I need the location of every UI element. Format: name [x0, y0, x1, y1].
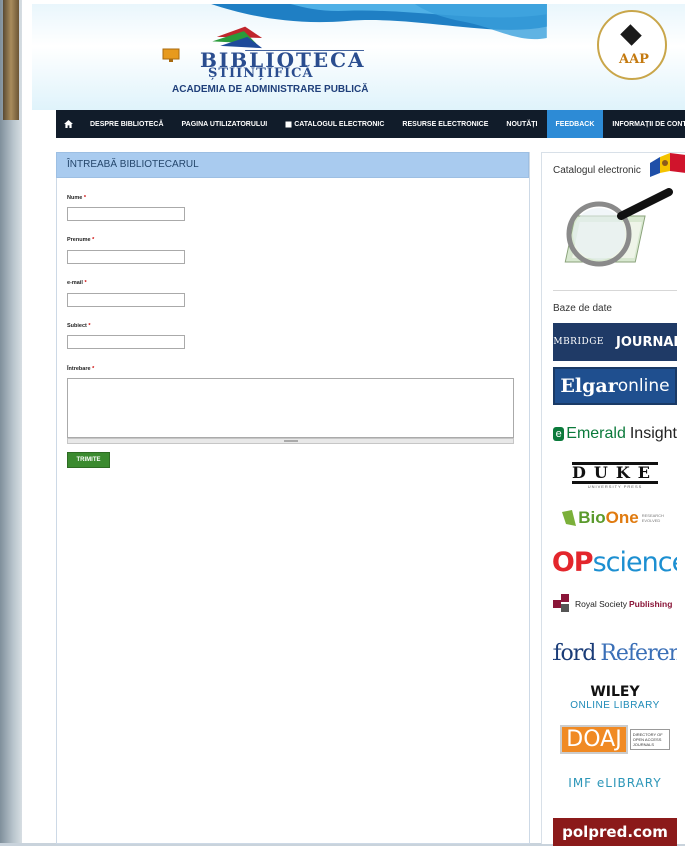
- imf-label: IMF eLIBRARY: [568, 776, 662, 790]
- bioone-logo-icon: [562, 510, 577, 526]
- imf-elibrary-link[interactable]: IMF eLIBRARY: [553, 772, 677, 794]
- logo-subtitle: ȘTIINȚIFICĂ: [208, 66, 314, 81]
- online-library-label: ONLINE LIBRARY: [570, 699, 660, 711]
- sidebar-catalog-label[interactable]: Catalogul electronic: [553, 165, 641, 176]
- oxford-reference-link[interactable]: Oxford Reference: [553, 633, 677, 673]
- nav-catalogul-electronic-label: CATALOGUL ELECTRONIC: [294, 120, 385, 128]
- royal-society-label: Royal Society: [575, 599, 627, 609]
- bio-label: Bio: [578, 508, 606, 527]
- nume-input[interactable]: [67, 207, 185, 221]
- wiley-label: WILEY: [590, 683, 640, 700]
- resize-grip: [284, 440, 298, 442]
- emerald-insight-link[interactable]: e Emerald Insight: [553, 420, 677, 448]
- iopscience-link[interactable]: IOPscience: [553, 543, 677, 581]
- insight-label: Insight: [629, 425, 677, 442]
- iop-label: IOP: [553, 546, 594, 578]
- elgaronline-link[interactable]: Elgar online: [553, 367, 677, 405]
- nav-noutati[interactable]: NOUTĂȚI: [497, 110, 546, 138]
- home-icon: [64, 120, 73, 128]
- label-prenume: Prenume *: [67, 237, 95, 243]
- cambridge-label: CAMBRIDGE: [553, 337, 604, 347]
- background-left-strip: [0, 0, 22, 843]
- nav-feedback[interactable]: FEEDBACK: [546, 110, 604, 138]
- intrebare-textarea[interactable]: [67, 378, 514, 438]
- online-label: online: [617, 376, 670, 396]
- elgar-label: Elgar: [560, 375, 618, 397]
- computer-icon: [162, 48, 180, 62]
- catalog-magnifier-icon[interactable]: [551, 188, 676, 274]
- background-column: [3, 0, 19, 120]
- seal-text: AAP: [619, 52, 649, 67]
- publishing-label: Publishing: [628, 599, 673, 609]
- email-input[interactable]: [67, 293, 185, 307]
- label-intrebare: Întrebare *: [67, 366, 95, 372]
- nav-pagina-utilizatorului[interactable]: PAGINA UTILIZATORULUI: [173, 110, 277, 138]
- book-icon: [285, 121, 292, 127]
- nav-home[interactable]: [56, 110, 81, 138]
- site-header: BIBLIOTECA ȘTIINȚIFICĂ ACADEMIA DE ADMIN…: [32, 4, 685, 110]
- duke-label: DUKE: [572, 461, 658, 484]
- polpred-link[interactable]: polpred.com: [553, 818, 677, 846]
- duke-university-press-link[interactable]: DUKE UNIVERSITY PRESS: [553, 460, 677, 490]
- sidebar-databases-label: Baze de date: [553, 303, 612, 314]
- doaj-label: DOAJ: [560, 724, 628, 754]
- bioone-link[interactable]: Bio One RESEARCH EVOLVED: [553, 503, 677, 533]
- form-title: ÎNTREABĂ BIBLIOTECARUL: [67, 159, 199, 170]
- label-email: e-mail *: [67, 280, 87, 286]
- subiect-input[interactable]: [67, 335, 185, 349]
- one-label: One: [605, 508, 639, 527]
- nav-resurse-electronice[interactable]: RESURSE ELECTRONICE: [393, 110, 497, 138]
- duke-sub-label: UNIVERSITY PRESS: [587, 483, 643, 489]
- label-subiect: Subiect *: [67, 323, 91, 329]
- textarea-resize-bar[interactable]: [67, 438, 514, 444]
- journals-label: JOURNALS: [616, 334, 677, 350]
- main-navigation: DESPRE BIBLIOTECĂ PAGINA UTILIZATORULUI …: [56, 110, 685, 138]
- submit-button[interactable]: TRIMITE: [67, 452, 110, 468]
- cambridge-journals-link[interactable]: CAMBRIDGE JOURNALS: [553, 323, 677, 361]
- royal-society-publishing-link[interactable]: Royal Society Publishing: [553, 590, 677, 618]
- moldova-flag-icon: [650, 153, 685, 177]
- polpred-label: polpred.com: [562, 823, 668, 841]
- doaj-sub-label: DIRECTORY OF OPEN ACCESS JOURNALS: [629, 728, 670, 750]
- emerald-label: Emerald: [566, 425, 626, 442]
- science-label: science: [592, 546, 677, 578]
- prenume-input[interactable]: [67, 250, 185, 264]
- nav-despre-biblioteca[interactable]: DESPRE BIBLIOTECĂ: [81, 110, 173, 138]
- oxford-label: Oxford: [553, 640, 596, 666]
- nav-informatii-contact[interactable]: INFORMAȚII DE CONTACT: [603, 110, 685, 138]
- form-panel-header: ÎNTREABĂ BIBLIOTECARUL: [56, 152, 529, 178]
- logo-academy: ACADEMIA DE ADMINISTRARE PUBLICĂ: [172, 84, 369, 95]
- nav-catalogul-electronic[interactable]: CATALOGUL ELECTRONIC: [276, 110, 393, 138]
- royal-society-logo-icon: [553, 594, 571, 614]
- graduation-cap-icon: [620, 24, 642, 46]
- reference-label: Reference: [600, 640, 677, 666]
- sidebar-separator: [553, 290, 677, 291]
- wiley-online-library-link[interactable]: WILEY ONLINE LIBRARY: [553, 680, 677, 714]
- doaj-link[interactable]: DOAJ DIRECTORY OF OPEN ACCESS JOURNALS: [553, 721, 677, 757]
- emerald-logo-icon: e: [553, 427, 565, 441]
- label-nume: Nume *: [67, 195, 86, 201]
- academy-seal: AAP: [597, 10, 667, 80]
- bioone-tagline: RESEARCH EVOLVED: [641, 513, 664, 523]
